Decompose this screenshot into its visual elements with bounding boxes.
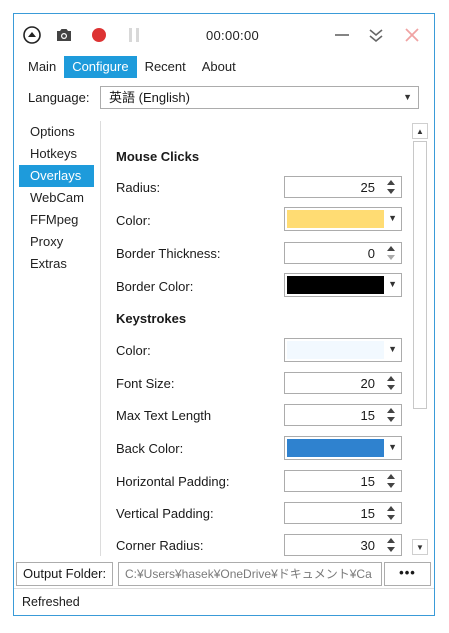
close-icon[interactable] bbox=[402, 25, 422, 45]
panel-scrollbar[interactable]: ▲ ▼ bbox=[411, 121, 429, 557]
chevron-down-icon: ▼ bbox=[388, 213, 397, 223]
border-color-picker[interactable]: ▼ bbox=[284, 273, 402, 297]
sidebar-item-webcam[interactable]: WebCam bbox=[19, 187, 94, 209]
language-value: 英語 (English) bbox=[109, 90, 190, 105]
radius-value: 25 bbox=[360, 180, 375, 195]
tab-configure[interactable]: Configure bbox=[64, 56, 137, 78]
key-color-label: Color: bbox=[116, 343, 151, 358]
spin-arrows-icon[interactable] bbox=[386, 178, 398, 196]
menu-up-icon[interactable] bbox=[22, 25, 42, 45]
tab-recent[interactable]: Recent bbox=[137, 56, 194, 78]
spin-arrows-icon[interactable] bbox=[386, 472, 398, 490]
horizontal-padding-label: Horizontal Padding: bbox=[116, 474, 230, 489]
horizontal-padding-stepper[interactable]: 15 bbox=[284, 470, 402, 492]
key-color-picker[interactable]: ▼ bbox=[284, 338, 402, 362]
sidebar-item-options[interactable]: Options bbox=[19, 121, 94, 143]
sidebar-item-ffmpeg[interactable]: FFMpeg bbox=[19, 209, 94, 231]
corner-radius-value: 30 bbox=[360, 538, 375, 553]
sidebar-item-proxy[interactable]: Proxy bbox=[19, 231, 94, 253]
chevron-down-icon: ▼ bbox=[403, 92, 412, 102]
sidebar-item-overlays[interactable]: Overlays bbox=[19, 165, 94, 187]
font-size-stepper[interactable]: 20 bbox=[284, 372, 402, 394]
spin-arrows-icon[interactable] bbox=[386, 374, 398, 392]
status-text: Refreshed bbox=[22, 595, 80, 609]
language-select[interactable]: 英語 (English) ▼ bbox=[100, 86, 419, 109]
tab-main[interactable]: Main bbox=[20, 56, 64, 78]
border-thickness-value: 0 bbox=[367, 246, 375, 261]
browse-folder-button[interactable]: ••• bbox=[384, 562, 431, 586]
font-size-value: 20 bbox=[360, 376, 375, 391]
camera-icon[interactable] bbox=[54, 25, 74, 45]
sidebar-divider bbox=[100, 121, 101, 556]
minimize-icon[interactable] bbox=[332, 25, 352, 45]
chevron-down-icon: ▼ bbox=[388, 442, 397, 452]
corner-radius-label: Corner Radius: bbox=[116, 538, 204, 553]
key-color-swatch bbox=[287, 341, 384, 359]
spin-arrows-icon[interactable] bbox=[386, 504, 398, 522]
click-color-picker[interactable]: ▼ bbox=[284, 207, 402, 231]
overlays-panel: Mouse Clicks Radius: 25 Color: ▼ Border … bbox=[102, 121, 406, 557]
language-label: Language: bbox=[28, 90, 90, 105]
record-icon[interactable] bbox=[89, 25, 109, 45]
spin-arrows-icon[interactable] bbox=[386, 536, 398, 554]
tab-about[interactable]: About bbox=[194, 56, 244, 78]
recording-timer: 00:00:00 bbox=[206, 28, 260, 43]
border-thickness-stepper[interactable]: 0 bbox=[284, 242, 402, 264]
spin-arrows-icon[interactable] bbox=[386, 406, 398, 424]
main-tabs: Main Configure Recent About bbox=[20, 56, 244, 78]
scroll-down-icon[interactable]: ▼ bbox=[412, 539, 428, 555]
chevron-down-icon: ▼ bbox=[388, 279, 397, 289]
vertical-padding-value: 15 bbox=[360, 506, 375, 521]
horizontal-padding-value: 15 bbox=[360, 474, 375, 489]
output-folder-label: Output Folder: bbox=[16, 562, 113, 586]
pause-icon[interactable] bbox=[124, 25, 144, 45]
scrollbar-thumb[interactable] bbox=[413, 141, 427, 409]
keystrokes-heading: Keystrokes bbox=[116, 311, 187, 326]
sidebar-item-hotkeys[interactable]: Hotkeys bbox=[19, 143, 94, 165]
output-folder-path[interactable]: C:¥Users¥hasek¥OneDrive¥ドキュメント¥Ca bbox=[118, 562, 382, 586]
radius-label: Radius: bbox=[116, 180, 161, 195]
radius-stepper[interactable]: 25 bbox=[284, 176, 402, 198]
captura-window: 00:00:00 Main Configure Recent About Lan… bbox=[13, 13, 435, 616]
back-color-picker[interactable]: ▼ bbox=[284, 436, 402, 460]
corner-radius-stepper[interactable]: 30 bbox=[284, 534, 402, 556]
sidebar-item-extras[interactable]: Extras bbox=[19, 253, 94, 275]
scroll-up-icon[interactable]: ▲ bbox=[412, 123, 428, 139]
border-color-swatch bbox=[287, 276, 384, 294]
max-text-length-value: 15 bbox=[360, 408, 375, 423]
back-color-label: Back Color: bbox=[116, 441, 184, 456]
border-thickness-label: Border Thickness: bbox=[116, 246, 221, 261]
status-bar: Refreshed bbox=[14, 588, 434, 615]
title-bar: 00:00:00 bbox=[14, 14, 434, 56]
vertical-padding-stepper[interactable]: 15 bbox=[284, 502, 402, 524]
chevron-down-icon: ▼ bbox=[388, 344, 397, 354]
click-color-label: Color: bbox=[116, 213, 151, 228]
collapse-icon[interactable] bbox=[366, 25, 386, 45]
font-size-label: Font Size: bbox=[116, 376, 175, 391]
max-text-length-label: Max Text Length bbox=[116, 408, 212, 423]
click-color-swatch bbox=[287, 210, 384, 228]
vertical-padding-label: Vertical Padding: bbox=[116, 506, 214, 521]
border-color-label: Border Color: bbox=[116, 279, 194, 294]
config-sidebar: Options Hotkeys Overlays WebCam FFMpeg P… bbox=[19, 121, 94, 275]
mouse-clicks-heading: Mouse Clicks bbox=[116, 149, 200, 164]
spin-arrows-icon[interactable] bbox=[386, 244, 398, 262]
max-text-length-stepper[interactable]: 15 bbox=[284, 404, 402, 426]
back-color-swatch bbox=[287, 439, 384, 457]
